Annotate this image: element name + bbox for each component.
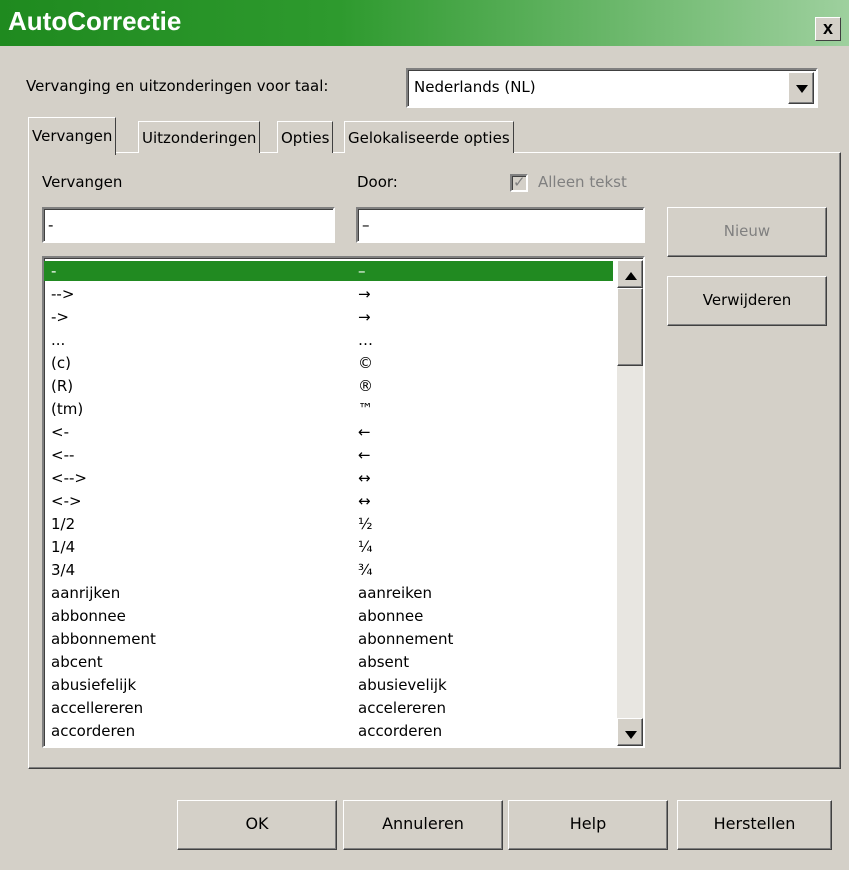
ok-button[interactable]: OK [177, 800, 337, 850]
list-item-original: <-> [51, 492, 82, 510]
list-item-replacement: aanreiken [358, 584, 433, 602]
list-item[interactable]: 1/2 ½ [44, 514, 613, 534]
help-button[interactable]: Help [508, 800, 668, 850]
list-item-replacement: ↔ [358, 492, 371, 510]
list-item[interactable]: (c) © [44, 353, 613, 373]
list-item-replacement: ¼ [358, 538, 373, 556]
tab-vervangen[interactable]: Vervangen [28, 117, 117, 155]
list-item-replacement: abonnement [358, 630, 454, 648]
checkmark-icon: ✓ [513, 173, 526, 191]
text-only-checkbox[interactable]: ✓ [510, 173, 528, 192]
replace-input[interactable]: - [42, 207, 335, 243]
list-item-replacement: → [358, 285, 371, 303]
list-item-original: <-- [51, 446, 75, 464]
chevron-up-icon [625, 272, 637, 280]
language-label: Vervanging en uitzonderingen voor taal: [26, 77, 328, 95]
list-item-original: (tm) [51, 400, 84, 418]
scroll-down-button[interactable] [617, 718, 643, 746]
list-item[interactable]: 1/4 ¼ [44, 537, 613, 557]
cancel-button[interactable]: Annuleren [343, 800, 503, 850]
list-item[interactable]: (tm) ™ [44, 399, 613, 419]
list-item-original: abusiefelijk [51, 676, 137, 694]
list-item-replacement: … [358, 331, 373, 349]
list-item-original: <--> [51, 469, 87, 487]
with-input[interactable]: – [356, 207, 645, 243]
reset-button[interactable]: Herstellen [677, 800, 832, 850]
list-item-replacement: abusievelijk [358, 676, 447, 694]
list-item[interactable]: abbonnee abonnee [44, 606, 613, 626]
list-item[interactable]: abcent absent [44, 652, 613, 672]
list-item-original: --> [51, 285, 75, 303]
list-item[interactable]: accorderen accorderen [44, 721, 613, 741]
list-item-replacement: ® [358, 377, 373, 395]
list-item-replacement: → [358, 308, 371, 326]
list-scrollbar[interactable] [617, 260, 643, 746]
list-item-original: -> [51, 308, 69, 326]
list-item[interactable]: <- ← [44, 422, 613, 442]
list-item-original: - [51, 262, 57, 280]
list-item-replacement: ¾ [358, 561, 373, 579]
list-item-replacement: accelereren [358, 699, 446, 717]
list-item-replacement: ↔ [358, 469, 371, 487]
scroll-up-button[interactable] [617, 260, 643, 288]
list-item-replacement: – [358, 262, 366, 280]
list-item-replacement: ← [358, 423, 371, 441]
replace-column-label: Vervangen [42, 173, 123, 191]
list-item-original: (c) [51, 354, 71, 372]
language-select[interactable]: Nederlands (NL) [406, 68, 818, 108]
close-button[interactable]: x [815, 17, 841, 41]
with-input-value: – [362, 216, 370, 234]
window-title: AutoCorrectie [8, 6, 182, 36]
list-item-original: aanrijken [51, 584, 121, 602]
scroll-thumb[interactable] [617, 288, 643, 366]
list-item[interactable]: -> → [44, 307, 613, 327]
list-item-original: ... [51, 331, 66, 349]
list-item-replacement: absent [358, 653, 410, 671]
list-item-original: <- [51, 423, 69, 441]
text-only-label: Alleen tekst [538, 173, 627, 191]
chevron-down-icon [625, 731, 637, 739]
list-item-replacement: accorderen [358, 722, 443, 740]
list-item[interactable]: abusiefelijk abusievelijk [44, 675, 613, 695]
title-bar: AutoCorrectie x [0, 0, 849, 46]
list-item-original: 3/4 [51, 561, 76, 579]
list-item-original: (R) [51, 377, 74, 395]
list-item[interactable]: <--> ↔ [44, 468, 613, 488]
list-item-replacement: © [358, 354, 373, 372]
list-item[interactable]: accellereren accelereren [44, 698, 613, 718]
list-item[interactable]: 3/4 ¾ [44, 560, 613, 580]
list-item[interactable]: aanrijken aanreiken [44, 583, 613, 603]
list-item-original: abcent [51, 653, 103, 671]
list-item-original: 1/4 [51, 538, 76, 556]
list-item[interactable]: ... … [44, 330, 613, 350]
tab-uitzonderingen[interactable]: Uitzonderingen [138, 121, 261, 153]
list-item-replacement: ← [358, 446, 371, 464]
tab-gelokaliseerde-opties[interactable]: Gelokaliseerde opties [344, 121, 514, 153]
list-item[interactable]: <-> ↔ [44, 491, 613, 511]
language-label-text: Vervanging en uitzonderingen voor taal: [26, 77, 329, 95]
language-value: Nederlands (NL) [414, 78, 536, 96]
list-item[interactable]: abbonnement abonnement [44, 629, 613, 649]
list-item-original: accorderen [51, 722, 136, 740]
list-item-replacement: ½ [358, 515, 373, 533]
delete-button[interactable]: Verwijderen [667, 276, 827, 326]
list-item-original: abbonnement [51, 630, 156, 648]
list-item-original: 1/2 [51, 515, 76, 533]
list-item[interactable]: --> → [44, 284, 613, 304]
list-item[interactable]: (R) ® [44, 376, 613, 396]
list-item-replacement: ™ [358, 400, 373, 418]
replacement-list[interactable]: - – --> → -> →...… (c) © (R) ® (tm) ™ <- ← <-- ← <--> ↔ <-… [42, 256, 645, 748]
list-item-original: abbonnee [51, 607, 126, 625]
chevron-down-icon[interactable] [788, 72, 814, 104]
new-button[interactable]: Nieuw [667, 207, 827, 257]
replace-input-value: - [48, 216, 54, 234]
list-item[interactable]: - – [44, 261, 613, 281]
with-column-label: Door: [357, 173, 398, 191]
list-item[interactable]: <-- ← [44, 445, 613, 465]
list-item-replacement: abonnee [358, 607, 424, 625]
list-item-original: accellereren [51, 699, 144, 717]
tab-opties[interactable]: Opties [277, 121, 334, 153]
